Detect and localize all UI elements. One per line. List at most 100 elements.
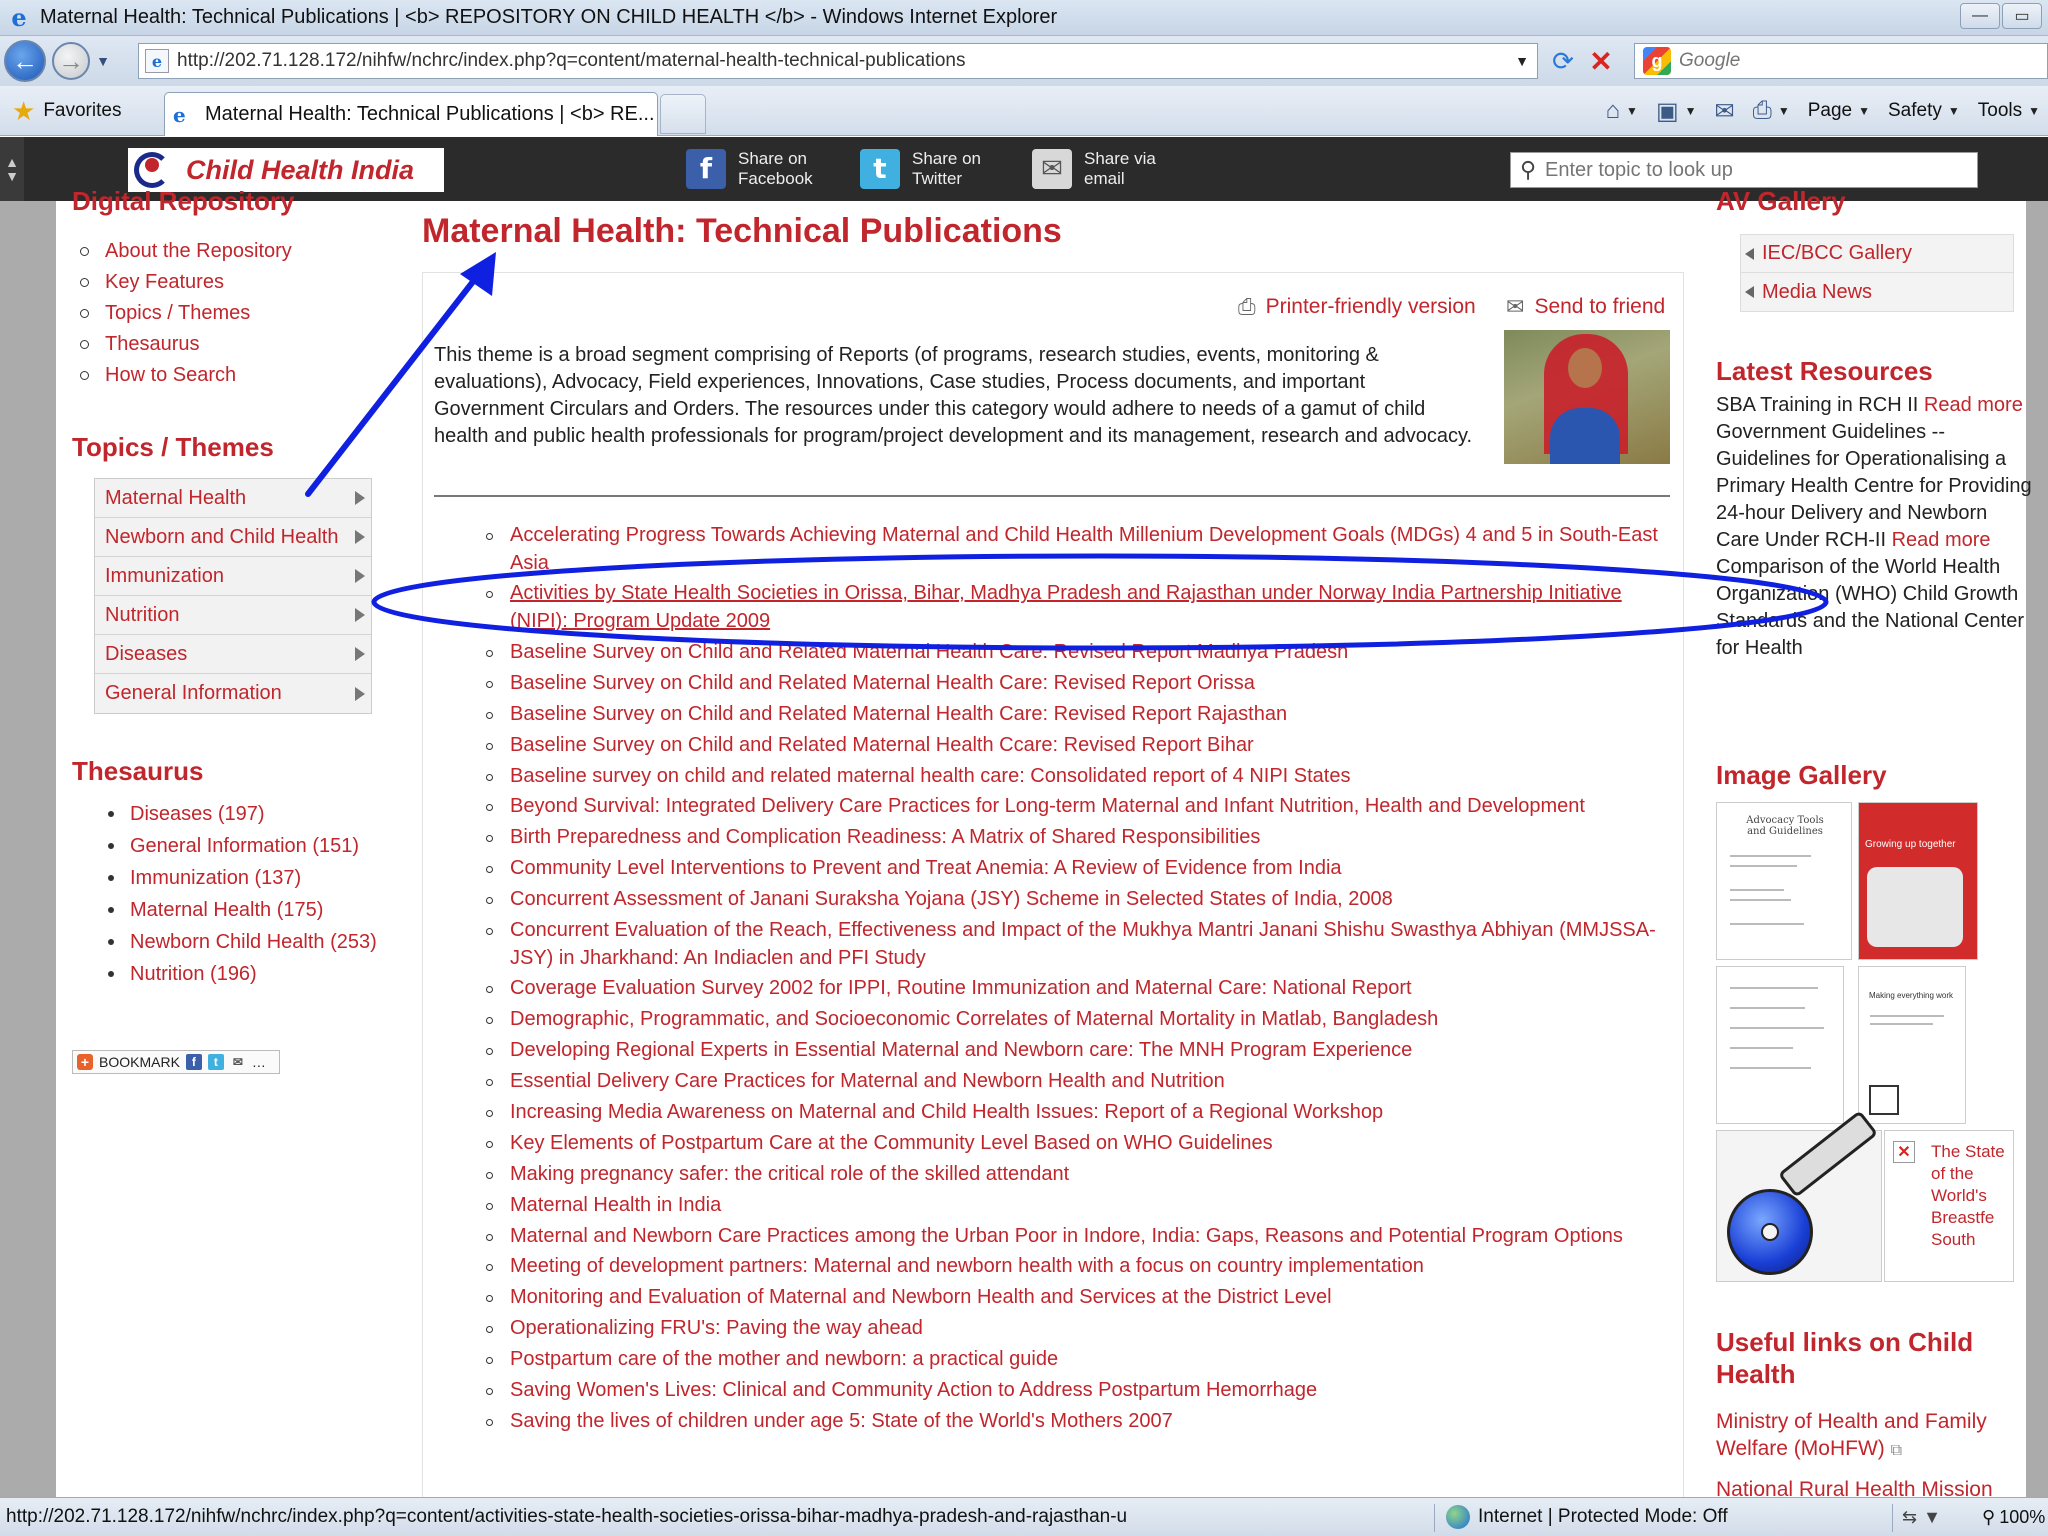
- send-to-friend-link[interactable]: ✉ Send to friend: [1506, 294, 1665, 320]
- share-facebook-button[interactable]: f Share on Facebook: [686, 149, 813, 189]
- publication-link[interactable]: Community Level Interventions to Prevent…: [486, 855, 1666, 883]
- thesaurus-link[interactable]: General Information (151): [108, 830, 377, 862]
- av-gallery-item[interactable]: Media News: [1741, 273, 2013, 311]
- repo-link[interactable]: How to Search: [80, 360, 292, 391]
- topic-search-box[interactable]: ⚲: [1510, 152, 1978, 188]
- browser-search-box[interactable]: g: [1634, 43, 2048, 79]
- topic-menu-item[interactable]: Maternal Health: [95, 479, 371, 518]
- publication-link[interactable]: Birth Preparedness and Complication Read…: [486, 824, 1666, 852]
- page-menu[interactable]: Page ▼: [1808, 100, 1870, 122]
- bookmark-button[interactable]: + BOOKMARK f t ✉ …: [72, 1050, 280, 1074]
- address-url[interactable]: http://202.71.128.172/nihfw/nchrc/index.…: [177, 50, 1507, 72]
- refresh-icon[interactable]: ⟳: [1548, 46, 1578, 76]
- tab-active[interactable]: e Maternal Health: Technical Publication…: [164, 92, 658, 136]
- tools-menu[interactable]: Tools ▼: [1978, 100, 2040, 122]
- publication-link[interactable]: Concurrent Evaluation of the Reach, Effe…: [486, 917, 1666, 972]
- forward-button[interactable]: →: [52, 42, 90, 80]
- security-zone[interactable]: Internet | Protected Mode: Off: [1446, 1505, 1728, 1529]
- publication-link[interactable]: Key Elements of Postpartum Care at the C…: [486, 1130, 1666, 1158]
- zoom-control[interactable]: ⚲ 100%: [1982, 1507, 2045, 1528]
- gallery-thumbnail[interactable]: Making everything work: [1858, 966, 1966, 1124]
- publication-link[interactable]: Maternal Health in India: [486, 1192, 1666, 1220]
- printer-friendly-label: Printer-friendly version: [1265, 295, 1476, 318]
- broken-image[interactable]: ✕ The State of the World's Breastfe Sout…: [1884, 1130, 2014, 1282]
- submenu-arrow-icon: [355, 569, 365, 583]
- printer-friendly-link[interactable]: ⎙ Printer-friendly version: [1238, 294, 1476, 320]
- window-controls: — ▭: [1960, 3, 2042, 29]
- useful-link[interactable]: Ministry of Health and Family Welfare (M…: [1716, 1408, 2016, 1464]
- recent-pages-dropdown[interactable]: ▼: [94, 53, 112, 69]
- read-mail-button[interactable]: ✉: [1715, 97, 1735, 126]
- publication-link[interactable]: Saving Women's Lives: Clinical and Commu…: [486, 1377, 1666, 1405]
- share-email-button[interactable]: ✉ Share via email: [1032, 149, 1156, 189]
- publication-link[interactable]: Meeting of development partners: Materna…: [486, 1253, 1666, 1281]
- share-email-label: Share via email: [1084, 149, 1156, 188]
- topic-search-input[interactable]: [1545, 158, 1965, 182]
- publication-link[interactable]: Baseline Survey on Child and Related Mat…: [486, 701, 1666, 729]
- topic-menu-item[interactable]: Diseases: [95, 635, 371, 674]
- topic-menu-item[interactable]: Newborn and Child Health: [95, 518, 371, 557]
- thesaurus-link[interactable]: Maternal Health (175): [108, 894, 377, 926]
- broken-image-alt-text: The State of the World's Breastfe South: [1931, 1142, 2005, 1249]
- thesaurus-link[interactable]: Nutrition (196): [108, 958, 377, 990]
- useful-links-heading: Useful links on Child Health: [1716, 1327, 1974, 1389]
- maximize-icon[interactable]: ▭: [2002, 3, 2042, 29]
- publication-link[interactable]: Monitoring and Evaluation of Maternal an…: [486, 1284, 1666, 1312]
- browser-search-input[interactable]: [1679, 50, 1979, 72]
- publication-link[interactable]: Beyond Survival: Integrated Delivery Car…: [486, 793, 1666, 821]
- new-tab-button[interactable]: [660, 94, 706, 134]
- address-dropdown-icon[interactable]: ▼: [1507, 53, 1537, 69]
- publication-link[interactable]: Coverage Evaluation Survey 2002 for IPPI…: [486, 975, 1666, 1003]
- publication-link[interactable]: Baseline Survey on Child and Related Mat…: [486, 732, 1666, 760]
- publication-link[interactable]: Saving the lives of children under age 5…: [486, 1408, 1666, 1436]
- minimize-icon[interactable]: —: [1960, 3, 2000, 29]
- thesaurus-link[interactable]: Diseases (197): [108, 798, 377, 830]
- chevron-down-icon: ▼: [2028, 104, 2040, 118]
- av-gallery-item[interactable]: IEC/BCC Gallery: [1741, 235, 2013, 273]
- print-button[interactable]: ⎙ ▼: [1753, 97, 1790, 125]
- publication-link[interactable]: Activities by State Health Societies in …: [486, 580, 1666, 635]
- favorites-button[interactable]: ★ Favorites: [12, 94, 121, 128]
- send-to-friend-label: Send to friend: [1534, 295, 1666, 318]
- publication-link[interactable]: Demographic, Programmatic, and Socioecon…: [486, 1006, 1666, 1034]
- publication-link[interactable]: Concurrent Assessment of Janani Suraksha…: [486, 886, 1666, 914]
- gallery-thumbnail[interactable]: Advocacy Tools and Guidelines: [1716, 802, 1852, 960]
- publication-link[interactable]: Maternal and Newborn Care Practices amon…: [486, 1223, 1666, 1251]
- stop-icon[interactable]: ✕: [1586, 46, 1616, 77]
- publication-link[interactable]: Baseline survey on child and related mat…: [486, 763, 1666, 791]
- publication-link[interactable]: Essential Delivery Care Practices for Ma…: [486, 1068, 1666, 1096]
- chevron-down-icon: ▼: [1626, 104, 1638, 118]
- topic-menu-item[interactable]: General Information: [95, 674, 371, 713]
- publication-link[interactable]: Developing Regional Experts in Essential…: [486, 1037, 1666, 1065]
- repo-link[interactable]: Topics / Themes: [80, 298, 292, 329]
- address-bar[interactable]: e http://202.71.128.172/nihfw/nchrc/inde…: [138, 43, 1538, 79]
- header-toggle-icon[interactable]: ▲ ▼: [0, 137, 24, 201]
- status-icons[interactable]: ⇆ ▼: [1902, 1507, 1941, 1528]
- home-button[interactable]: ⌂ ▼: [1606, 97, 1638, 125]
- share-twitter-button[interactable]: t Share on Twitter: [860, 149, 981, 189]
- feeds-button[interactable]: ▣ ▼: [1656, 97, 1697, 126]
- topic-menu-item[interactable]: Nutrition: [95, 596, 371, 635]
- publication-link[interactable]: Operationalizing FRU's: Paving the way a…: [486, 1315, 1666, 1343]
- publication-link[interactable]: Making pregnancy safer: the critical rol…: [486, 1161, 1666, 1189]
- latest-resources-heading: Latest Resources: [1716, 356, 1933, 386]
- gallery-thumbnail[interactable]: Growing up together: [1858, 802, 1978, 960]
- publication-link[interactable]: Baseline Survey on Child and Related Mat…: [486, 670, 1666, 698]
- publication-link[interactable]: Increasing Media Awareness on Maternal a…: [486, 1099, 1666, 1127]
- read-more-link[interactable]: Read more: [1924, 394, 2023, 416]
- repo-link[interactable]: Thesaurus: [80, 329, 292, 360]
- publication-link[interactable]: Accelerating Progress Towards Achieving …: [486, 522, 1666, 577]
- publication-link[interactable]: Postpartum care of the mother and newbor…: [486, 1346, 1666, 1374]
- repo-link[interactable]: Key Features: [80, 267, 292, 298]
- back-button[interactable]: ←: [4, 40, 46, 82]
- topic-menu-item[interactable]: Immunization: [95, 557, 371, 596]
- gallery-thumbnail[interactable]: [1716, 966, 1844, 1124]
- read-more-link[interactable]: Read more: [1892, 529, 1991, 551]
- chevron-down-icon: ▼: [1858, 104, 1870, 118]
- repo-link[interactable]: About the Repository: [80, 236, 292, 267]
- publication-link[interactable]: Baseline Survey on Child and Related Mat…: [486, 639, 1666, 667]
- thesaurus-link[interactable]: Immunization (137): [108, 862, 377, 894]
- safety-menu[interactable]: Safety ▼: [1888, 100, 1960, 122]
- thesaurus-link[interactable]: Newborn Child Health (253): [108, 926, 377, 958]
- key-image[interactable]: [1716, 1110, 1882, 1282]
